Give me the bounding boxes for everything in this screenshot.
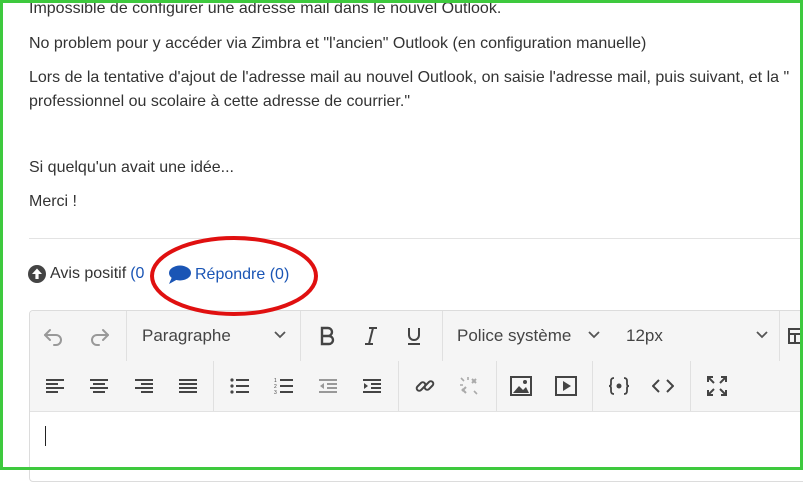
- image-icon: [510, 376, 532, 396]
- toolbar-separator: [126, 311, 127, 361]
- toolbar-separator: [779, 311, 780, 361]
- bold-icon: [320, 326, 335, 346]
- bold-button[interactable]: [314, 323, 340, 349]
- chevron-down-icon: [274, 331, 286, 339]
- speech-bubble-icon: [169, 265, 191, 284]
- post-line: No problem pour y accéder via Zimbra et …: [29, 35, 647, 52]
- text-caret: [45, 426, 46, 446]
- unlink-icon: [460, 377, 478, 395]
- bullet-list-button[interactable]: [227, 373, 253, 399]
- align-left-icon: [46, 379, 64, 393]
- insert-code-block-button[interactable]: [606, 373, 632, 399]
- align-right-icon: [135, 379, 153, 393]
- outdent-button[interactable]: [315, 373, 341, 399]
- code-icon: [652, 379, 674, 393]
- insert-video-button[interactable]: [553, 373, 579, 399]
- post-line: professionnel ou scolaire à cette adress…: [29, 93, 410, 110]
- toolbar-separator: [300, 311, 301, 361]
- video-icon: [555, 376, 577, 396]
- table-button[interactable]: [784, 323, 803, 349]
- link-icon: [415, 380, 435, 392]
- post-line: Merci !: [29, 193, 77, 210]
- reply-label: Répondre (0): [195, 266, 290, 283]
- post-line: Si quelqu'un avait une idée...: [29, 159, 234, 176]
- fullscreen-button[interactable]: [704, 373, 730, 399]
- kudo-count: (0: [130, 265, 145, 282]
- reply-button[interactable]: Répondre (0): [168, 265, 289, 285]
- insert-link-button[interactable]: [412, 373, 438, 399]
- bullet-list-icon: [230, 378, 249, 394]
- editor-toolbar-row-2: 123: [30, 361, 803, 412]
- toolbar-separator: [592, 361, 593, 411]
- kudo-label: Avis positif: [50, 265, 127, 282]
- toolbar-separator: [442, 311, 443, 361]
- fullscreen-icon: [707, 376, 727, 396]
- chevron-down-icon: [756, 331, 768, 339]
- italic-button[interactable]: [358, 323, 384, 349]
- rich-text-editor: Paragraphe Police système 12px 1 2 3: [29, 310, 803, 482]
- toolbar-separator: [213, 361, 214, 411]
- post-divider: [29, 238, 803, 239]
- redo-button[interactable]: [87, 323, 113, 349]
- post-line: Impossible de configurer une adresse mai…: [29, 0, 502, 17]
- align-center-icon: [90, 379, 108, 393]
- underline-icon: [408, 328, 420, 345]
- chevron-down-icon: [588, 331, 600, 339]
- unlink-button[interactable]: [456, 373, 482, 399]
- numbered-list-icon: 123: [274, 378, 293, 395]
- redo-icon: [91, 329, 109, 346]
- kudo-button[interactable]: Avis positif (0: [28, 265, 144, 283]
- undo-icon: [44, 329, 62, 346]
- arrow-up-circle-icon: [28, 265, 46, 283]
- toolbar-separator: [496, 361, 497, 411]
- indent-icon: [363, 379, 381, 393]
- numbered-list-button[interactable]: 123: [271, 373, 297, 399]
- italic-icon: [365, 327, 377, 345]
- svg-text:3: 3: [274, 390, 277, 395]
- table-icon: [788, 328, 803, 344]
- undo-button[interactable]: [40, 323, 66, 349]
- font-family-select[interactable]: Police système: [457, 323, 571, 349]
- post-line: Lors de la tentative d'ajout de l'adress…: [29, 69, 790, 86]
- code-block-icon: [608, 377, 630, 395]
- align-justify-icon: [179, 379, 197, 393]
- source-code-button[interactable]: [650, 373, 676, 399]
- indent-button[interactable]: [359, 373, 385, 399]
- toolbar-separator: [690, 361, 691, 411]
- align-right-button[interactable]: [131, 373, 157, 399]
- outdent-icon: [319, 379, 337, 393]
- paragraph-select[interactable]: Paragraphe: [142, 323, 231, 349]
- align-center-button[interactable]: [86, 373, 112, 399]
- font-size-select[interactable]: 12px: [626, 323, 663, 349]
- align-left-button[interactable]: [42, 373, 68, 399]
- editor-toolbar-row-1: Paragraphe Police système 12px: [30, 311, 803, 362]
- align-justify-button[interactable]: [175, 373, 201, 399]
- editor-content-area[interactable]: [30, 412, 803, 481]
- toolbar-separator: [398, 361, 399, 411]
- underline-button[interactable]: [401, 323, 427, 349]
- insert-image-button[interactable]: [508, 373, 534, 399]
